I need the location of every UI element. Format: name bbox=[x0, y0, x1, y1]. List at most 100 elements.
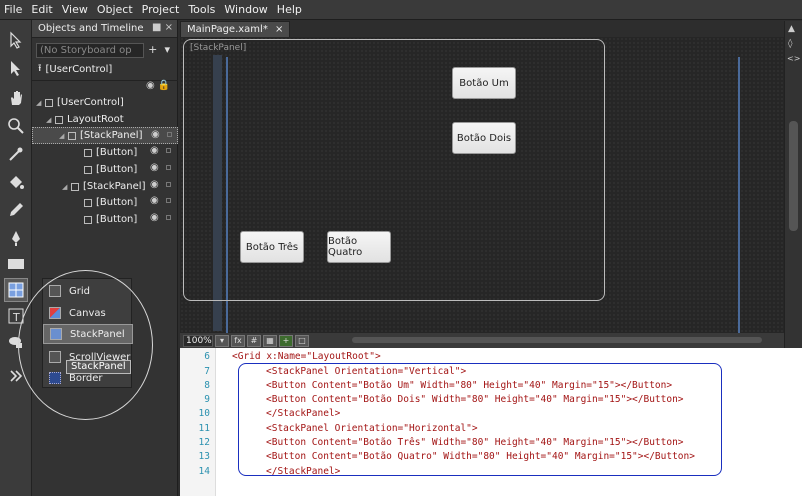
eye-icon[interactable]: ◉ bbox=[151, 129, 160, 140]
eyedropper-tool[interactable] bbox=[4, 142, 28, 166]
close-icon[interactable]: × bbox=[275, 24, 283, 35]
code-line: <Grid x:Name="LayoutRoot"> bbox=[232, 351, 381, 362]
line-number: 11 bbox=[198, 423, 210, 434]
menu-help[interactable]: Help bbox=[277, 3, 302, 16]
tree-node-button-3[interactable]: [Button] ◉ bbox=[32, 194, 178, 211]
tree-node-label: LayoutRoot bbox=[67, 114, 124, 125]
code-line: <StackPanel Orientation="Horizontal"> bbox=[266, 423, 478, 434]
pin-close-icons[interactable]: ■ × bbox=[152, 22, 173, 33]
vertical-scrollbar-thumb[interactable] bbox=[789, 121, 798, 231]
tree-node-label: [UserControl] bbox=[57, 97, 124, 108]
chevron-down-icon[interactable]: ▾ bbox=[215, 334, 229, 347]
lock-icon[interactable] bbox=[166, 198, 171, 203]
chevron-down-icon[interactable]: ▾ bbox=[161, 43, 173, 57]
scope-up-icon[interactable]: ⭱ bbox=[38, 61, 42, 78]
button-botao-quatro[interactable]: Botão Quatro bbox=[327, 231, 391, 263]
document-tab-label: MainPage.xaml* bbox=[187, 24, 268, 35]
pen-tool[interactable] bbox=[4, 226, 28, 250]
button-botao-tres[interactable]: Botão Três bbox=[240, 231, 304, 263]
expand-icon[interactable]: ◢ bbox=[36, 99, 45, 107]
lock-icon[interactable] bbox=[166, 165, 171, 170]
tree-node-label: [Button] bbox=[96, 197, 138, 208]
eye-icon[interactable]: ◉ bbox=[150, 145, 159, 156]
pan-tool[interactable] bbox=[4, 86, 28, 110]
menu-edit[interactable]: Edit bbox=[31, 3, 52, 16]
line-number: 7 bbox=[204, 366, 210, 377]
stackpanel-icon bbox=[71, 182, 79, 191]
eye-icon[interactable]: ◉ bbox=[150, 195, 159, 206]
direct-selection-tool[interactable] bbox=[4, 56, 28, 80]
line-number: 13 bbox=[198, 451, 210, 462]
code-line: <StackPanel Orientation="Vertical"> bbox=[266, 366, 467, 377]
tree-node-label: [Button] bbox=[96, 164, 138, 175]
code-line: <Button Content="Botão Quatro" Width="80… bbox=[266, 451, 695, 462]
tree-node-button-1[interactable]: [Button] ◉ bbox=[32, 144, 178, 161]
rectangle-tool[interactable] bbox=[4, 252, 28, 276]
tree-node-button-2[interactable]: [Button] ◉ bbox=[32, 161, 178, 178]
tree-node-button-4[interactable]: [Button] ◉ bbox=[32, 211, 178, 228]
grid-toggle-icon[interactable]: # bbox=[247, 334, 261, 347]
eye-icon[interactable]: ◉ bbox=[150, 179, 159, 190]
add-storyboard-icon[interactable]: + bbox=[147, 43, 159, 57]
pencil-tool[interactable] bbox=[4, 198, 28, 222]
code-line: <Button Content="Botão Um" Width="80" He… bbox=[266, 380, 673, 391]
zoom-field[interactable]: 100% bbox=[183, 334, 213, 347]
menu-project[interactable]: Project bbox=[142, 3, 180, 16]
view-design-icon[interactable]: ▲ bbox=[788, 24, 795, 34]
lock-icon[interactable] bbox=[167, 132, 172, 137]
tree-node-stackpanel-2[interactable]: ◢ [StackPanel] ◉ bbox=[32, 178, 178, 195]
eye-icon[interactable]: ◉ bbox=[150, 162, 159, 173]
menu-bar: File Edit View Object Project Tools Wind… bbox=[0, 0, 802, 20]
objects-and-timeline-panel: Objects and Timeline ■ × (No Storyboard … bbox=[32, 20, 178, 496]
layout-panels-tool[interactable] bbox=[4, 278, 28, 302]
rectangle-icon bbox=[8, 259, 24, 269]
lock-icon[interactable] bbox=[166, 182, 171, 187]
paint-bucket-tool[interactable] bbox=[4, 170, 28, 194]
tree-node-label: [StackPanel] bbox=[80, 130, 143, 141]
document-tab[interactable]: MainPage.xaml* × bbox=[180, 21, 291, 37]
storyboard-row: (No Storyboard op + ▾ bbox=[32, 41, 177, 59]
tree-node-stackpanel-1[interactable]: ◢ [StackPanel] ◉ bbox=[32, 127, 178, 144]
xaml-editor[interactable]: 6 7 8 9 10 11 12 13 14 <Grid x:Name="Lay… bbox=[180, 348, 802, 496]
menu-tools[interactable]: Tools bbox=[188, 3, 215, 16]
snap-lines-icon[interactable]: + bbox=[279, 334, 293, 347]
expand-icon[interactable]: ◢ bbox=[46, 116, 55, 124]
expand-icon[interactable]: ◢ bbox=[62, 183, 71, 191]
view-split-icon[interactable]: ◊ bbox=[788, 39, 792, 49]
fx-toggle-icon[interactable]: fx bbox=[231, 334, 245, 347]
snap-grid-icon[interactable]: ▦ bbox=[263, 334, 277, 347]
code-line: <Button Content="Botão Dois" Width="80" … bbox=[266, 394, 684, 405]
artboard-footer: 100% ▾ fx # ▦ + □ bbox=[180, 333, 784, 348]
grid-rail-line bbox=[738, 57, 740, 333]
grid-icon bbox=[8, 282, 24, 298]
design-artboard[interactable]: [StackPanel] Botão Um Botão Dois Botão T… bbox=[180, 37, 784, 333]
hand-icon bbox=[11, 91, 22, 105]
scope-label: [UserControl] bbox=[45, 63, 113, 75]
selection-tool[interactable] bbox=[4, 28, 28, 52]
tree-node-label: [Button] bbox=[96, 214, 138, 225]
element-icon bbox=[45, 98, 53, 107]
button-botao-um[interactable]: Botão Um bbox=[452, 67, 516, 99]
button-icon bbox=[84, 198, 92, 207]
menu-window[interactable]: Window bbox=[224, 3, 267, 16]
eye-icon[interactable]: ◉ bbox=[150, 212, 159, 223]
tree-node-usercontrol[interactable]: ◢ [UserControl] bbox=[32, 94, 178, 111]
button-botao-dois[interactable]: Botão Dois bbox=[452, 122, 516, 154]
zoom-tool[interactable] bbox=[4, 114, 28, 138]
line-number: 10 bbox=[198, 408, 210, 419]
annotations-icon[interactable]: □ bbox=[295, 334, 309, 347]
view-xaml-icon[interactable]: <> bbox=[787, 54, 800, 63]
svg-text:T: T bbox=[12, 311, 20, 324]
horizontal-scrollbar[interactable] bbox=[352, 337, 762, 343]
menu-file[interactable]: File bbox=[4, 3, 22, 16]
storyboard-combo[interactable]: (No Storyboard op bbox=[36, 42, 144, 58]
highlight-circle-annotation bbox=[18, 270, 153, 420]
lock-icon[interactable] bbox=[166, 148, 171, 153]
menu-view[interactable]: View bbox=[62, 3, 88, 16]
expand-icon[interactable]: ◢ bbox=[59, 132, 68, 140]
scope-header[interactable]: ⭱ [UserControl] bbox=[32, 60, 178, 78]
tree-node-layoutroot[interactable]: ◢ LayoutRoot bbox=[32, 111, 178, 128]
lock-icon[interactable] bbox=[166, 215, 171, 220]
visibility-lock-header-icons: ◉ 🔒 bbox=[146, 80, 171, 91]
menu-object[interactable]: Object bbox=[97, 3, 133, 16]
